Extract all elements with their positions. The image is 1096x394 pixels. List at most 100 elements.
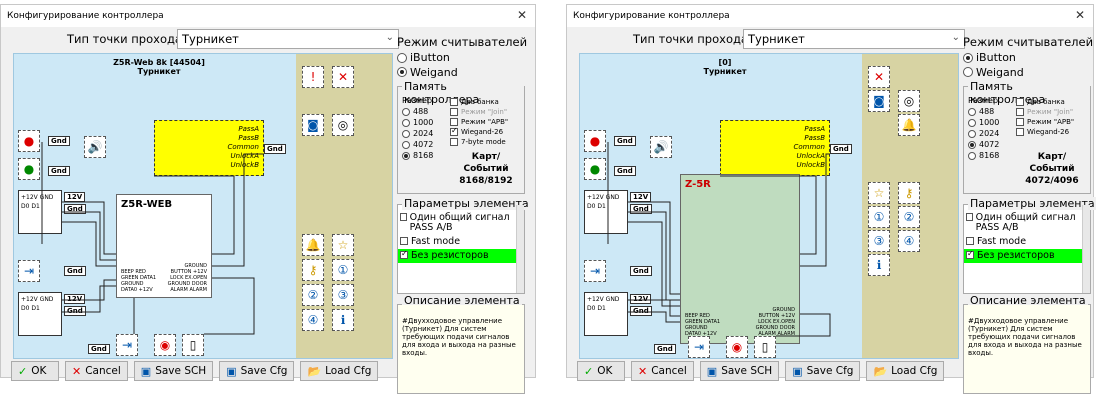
check-two-banks[interactable]: Два банка <box>1016 97 1074 107</box>
memory-group: Память контроллера Размер 488 1000 2024 … <box>397 80 525 194</box>
button-4-icon[interactable]: ④ <box>302 309 324 331</box>
pass-type-select[interactable]: Турникет ⌄ <box>743 29 965 49</box>
button-4-icon[interactable]: ④ <box>898 230 920 252</box>
close-icon[interactable]: ✕ <box>1075 8 1085 22</box>
radio-ibutton[interactable]: iButton <box>963 51 1016 64</box>
size-option[interactable]: 4072 <box>968 139 999 150</box>
params-label: Параметры элемента <box>968 197 1096 210</box>
info-icon[interactable]: ℹ <box>332 309 354 331</box>
size-label: Размер <box>968 96 999 105</box>
params-scrollbar[interactable] <box>516 205 524 293</box>
check-icon: ✓ <box>584 364 594 378</box>
size-option[interactable]: 8168 <box>968 150 999 161</box>
check-two-banks[interactable]: Два банка <box>450 97 508 107</box>
save-sch-label: Save SCH <box>721 365 773 377</box>
size-option[interactable]: 4072 <box>402 139 433 150</box>
size-options: Размер 488 1000 2024 4072 8168 <box>402 95 433 161</box>
sensor-icon[interactable]: ◎ <box>332 114 354 136</box>
button-3-icon[interactable]: ③ <box>868 230 890 252</box>
radio-ibutton[interactable]: iButton <box>397 51 450 64</box>
button-3-icon[interactable]: ③ <box>332 284 354 306</box>
alarm-icon[interactable]: ! <box>302 66 324 88</box>
badge-icon[interactable]: ☆ <box>332 234 354 256</box>
load-cfg-label: Load Cfg <box>325 365 372 377</box>
check-apb[interactable]: Режим "APB" <box>1016 117 1074 127</box>
cancel-label: Cancel <box>85 365 121 377</box>
save-cfg-button[interactable]: ▣ Save Cfg <box>219 361 295 381</box>
param-item-selected[interactable]: Без резисторов <box>398 249 524 263</box>
button-1-icon[interactable]: ① <box>868 206 890 228</box>
cards-value: 8168/8192 <box>459 176 513 186</box>
button-1-icon[interactable]: ① <box>332 259 354 281</box>
radio-weigand[interactable]: Weigand <box>963 66 1024 79</box>
window-title: Конфигурирование контроллера <box>573 11 730 21</box>
wires <box>607 142 831 337</box>
save-sch-button[interactable]: ▣ Save SCH <box>133 361 214 381</box>
radio-ibutton-label: iButton <box>976 51 1016 64</box>
button-bar: ✓ OK ✕ Cancel ▣ Save SCH ▣ Save Cfg 📂 Load Cf… <box>577 361 945 381</box>
radio-weigand-label: Weigand <box>410 65 458 79</box>
load-cfg-button[interactable]: 📂 Load Cfg <box>866 361 945 381</box>
params-label: Параметры элемента <box>402 197 531 210</box>
description-label: Описание элемента <box>402 294 522 307</box>
exit-icon[interactable]: ◙ <box>302 114 324 136</box>
check-wiegand-26[interactable]: Wiegand-26 <box>1016 127 1074 137</box>
radio-ibutton-circle[interactable] <box>397 52 407 63</box>
param-item[interactable]: Fast mode <box>398 235 524 249</box>
save-icon: ▣ <box>140 364 152 378</box>
load-cfg-label: Load Cfg <box>891 365 938 377</box>
chevron-down-icon[interactable]: ⌄ <box>386 32 394 43</box>
sensor-icon[interactable]: ◎ <box>898 90 920 112</box>
close-icon[interactable]: ✕ <box>517 8 527 22</box>
button-2-icon[interactable]: ② <box>302 284 324 306</box>
config-window-right: Конфигурирование контроллера ✕ Тип точки… <box>566 4 1096 394</box>
save-cfg-button[interactable]: ▣ Save Cfg <box>785 361 861 381</box>
save-sch-button[interactable]: ▣ Save SCH <box>699 361 780 381</box>
bell-icon[interactable]: 🔔 <box>302 234 324 256</box>
size-options: Размер 488 1000 2024 4072 8168 <box>968 95 999 161</box>
pass-type-label: Тип точки прохода <box>67 32 182 46</box>
size-option[interactable]: 488 <box>402 106 433 117</box>
ok-label: OK <box>597 365 613 377</box>
radio-weigand[interactable]: Weigand <box>397 66 458 79</box>
ok-button[interactable]: ✓ OK <box>11 361 59 381</box>
info-icon[interactable]: ℹ <box>868 254 890 276</box>
size-option[interactable]: 2024 <box>402 128 433 139</box>
param-item[interactable]: Fast mode <box>964 235 1090 249</box>
size-option[interactable]: 1000 <box>402 117 433 128</box>
param-item[interactable]: Один общий сигнал PASS A/B <box>964 211 1090 235</box>
exit-icon[interactable]: ◙ <box>868 90 890 112</box>
radio-weigand-circle[interactable] <box>397 67 407 77</box>
settings-panel: Режим считывателей iButton Weigand Памят… <box>963 35 1096 394</box>
chevron-down-icon[interactable]: ⌄ <box>952 32 960 43</box>
check-7-byte[interactable]: 7-byte mode <box>450 137 508 147</box>
key-icon[interactable]: ⚷ <box>898 182 920 204</box>
button-2-icon[interactable]: ② <box>898 206 920 228</box>
wiring-canvas[interactable]: Z5R-Web 8k [44504] Турникет PassA PassB C… <box>13 53 393 359</box>
radio-ibutton-circle[interactable] <box>963 52 973 63</box>
cancel-button[interactable]: ✕ Cancel <box>65 361 128 381</box>
size-option[interactable]: 488 <box>968 106 999 117</box>
check-wiegand-26[interactable]: Wiegand-26 <box>450 126 508 137</box>
params-scrollbar[interactable] <box>1082 205 1090 293</box>
check-apb[interactable]: Режим "APB" <box>450 117 508 127</box>
badge-icon[interactable]: ☆ <box>868 182 890 204</box>
radio-weigand-circle[interactable] <box>963 67 973 77</box>
pass-type-select[interactable]: Турникет ⌄ <box>177 29 399 49</box>
check-join: Режим "Join" <box>1016 107 1074 117</box>
param-item[interactable]: Один общий сигнал PASS A/B <box>398 211 524 235</box>
bell-icon[interactable]: 🔔 <box>898 114 920 136</box>
cancel-button[interactable]: ✕ Cancel <box>631 361 694 381</box>
ok-button[interactable]: ✓ OK <box>577 361 625 381</box>
config-window-left: Конфигурирование контроллера ✕ Тип точки… <box>0 4 536 394</box>
fire-exit-icon[interactable]: ✕ <box>868 66 890 88</box>
wiring-canvas[interactable]: [0] Турникет PassA PassB Common UnlockA U… <box>579 53 959 359</box>
load-cfg-button[interactable]: 📂 Load Cfg <box>300 361 379 381</box>
param-item-selected[interactable]: Без резисторов <box>964 249 1090 263</box>
description-label: Описание элемента <box>968 294 1088 307</box>
size-option[interactable]: 2024 <box>968 128 999 139</box>
size-option[interactable]: 8168 <box>402 150 433 161</box>
size-option[interactable]: 1000 <box>968 117 999 128</box>
key-icon[interactable]: ⚷ <box>302 259 324 281</box>
fire-exit-icon[interactable]: ✕ <box>332 66 354 88</box>
